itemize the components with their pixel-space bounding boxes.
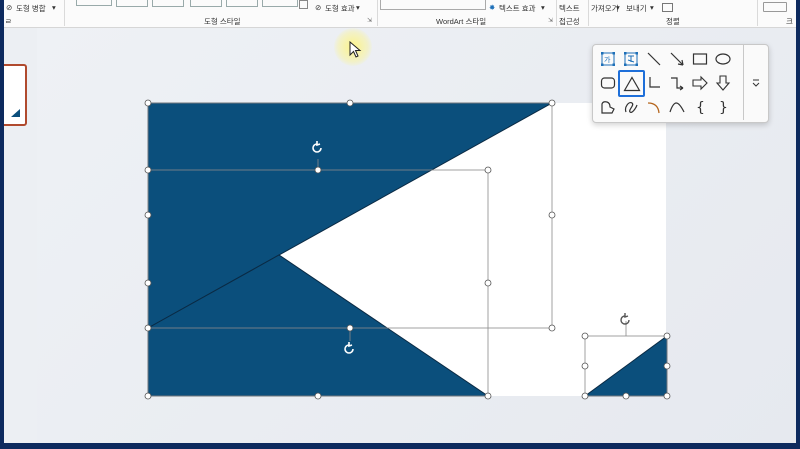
svg-text:{: { [696,100,705,115]
gallery-more-icon[interactable] [743,45,768,120]
rectangle-icon[interactable] [689,48,711,70]
triangle-icon[interactable] [618,70,645,97]
arc-icon[interactable] [643,96,665,118]
curve-icon[interactable] [666,96,688,118]
mouse-pointer-icon [349,41,362,58]
scribble-icon[interactable] [620,96,642,118]
text-box-vertical-icon[interactable] [620,48,642,70]
shape-gallery: 가 {} [592,44,769,123]
elbow-arrow-connector-icon[interactable] [666,72,688,94]
left-brace-icon[interactable]: { [689,96,711,118]
oval-icon[interactable] [712,48,734,70]
freeform-shape-icon[interactable] [597,96,619,118]
text-box-horizontal-icon[interactable]: 가 [597,48,619,70]
line-icon[interactable] [643,48,665,70]
down-arrow-icon[interactable] [712,72,734,94]
svg-text:가: 가 [604,55,611,64]
rounded-rectangle-icon[interactable] [597,72,619,94]
elbow-connector-icon[interactable] [643,72,665,94]
right-arrow-icon[interactable] [689,72,711,94]
arrow-line-icon[interactable] [666,48,688,70]
svg-text:}: } [719,100,728,115]
app-window: ⊘ 도형 병합 ▾ ㄹ ⊘ 도형 효과 ▾ 도형 스타일 ⇲ ✸ 텍스트 효과 … [4,0,796,443]
right-brace-icon[interactable]: } [712,96,734,118]
